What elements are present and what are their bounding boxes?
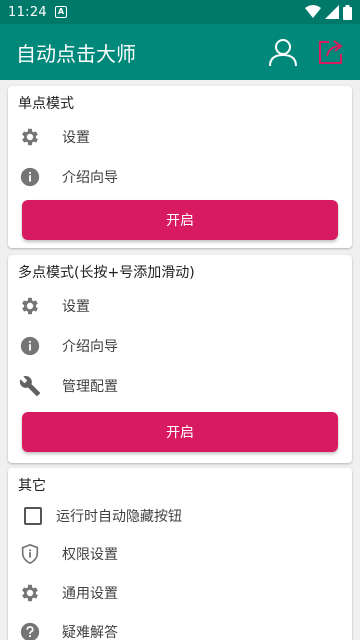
multi-mode-card: 多点模式(长按+号添加滑动) 设置 介绍向导 管理配置 开启 <box>8 255 352 463</box>
status-time: 11:24 <box>8 4 47 20</box>
account-button[interactable] <box>268 37 298 67</box>
other-title: 其它 <box>18 478 46 494</box>
multi-manage-row[interactable]: 管理配置 <box>8 366 352 406</box>
multi-settings-label: 设置 <box>62 299 90 315</box>
wrench-icon <box>18 374 42 398</box>
multi-guide-row[interactable]: 介绍向导 <box>8 326 352 366</box>
single-mode-title: 单点模式 <box>18 96 74 112</box>
multi-manage-label: 管理配置 <box>62 379 118 395</box>
faq-row[interactable]: 疑难解答 <box>8 612 352 640</box>
multi-start-button[interactable]: 开启 <box>22 412 338 452</box>
auto-hide-row[interactable]: 运行时自动隐藏按钮 <box>8 496 352 536</box>
gear-icon <box>18 294 42 318</box>
permissions-row[interactable]: 权限设置 <box>8 534 352 574</box>
app-title: 自动点击大师 <box>16 41 136 66</box>
gear-icon <box>18 125 42 149</box>
single-guide-label: 介绍向导 <box>62 170 118 186</box>
multi-guide-label: 介绍向导 <box>62 339 118 355</box>
share-icon <box>319 40 343 64</box>
signal-icon <box>325 5 339 19</box>
multi-settings-row[interactable]: 设置 <box>8 286 352 326</box>
other-card: 其它 运行时自动隐藏按钮 权限设置 通用设置 疑难解答 <box>8 468 352 640</box>
status-bar: 11:24 A <box>0 0 360 24</box>
auto-hide-checkbox[interactable] <box>24 507 42 525</box>
share-button[interactable] <box>316 37 346 67</box>
info-icon <box>18 165 42 189</box>
multi-mode-title: 多点模式(长按+号添加滑动) <box>18 265 195 281</box>
wifi-icon <box>305 5 321 18</box>
single-guide-row[interactable]: 介绍向导 <box>8 157 352 197</box>
gear-icon <box>18 581 42 605</box>
auto-hide-label: 运行时自动隐藏按钮 <box>56 509 182 525</box>
faq-label: 疑难解答 <box>62 625 118 640</box>
app-bar: 自动点击大师 <box>0 24 360 80</box>
permissions-label: 权限设置 <box>62 547 118 563</box>
single-mode-card: 单点模式 设置 介绍向导 开启 <box>8 86 352 248</box>
info-icon <box>18 334 42 358</box>
battery-icon <box>343 4 352 20</box>
single-start-button[interactable]: 开启 <box>22 200 338 240</box>
notification-a-icon: A <box>54 6 67 18</box>
general-settings-label: 通用设置 <box>62 586 118 602</box>
single-settings-label: 设置 <box>62 130 90 146</box>
account-icon <box>269 39 297 67</box>
general-settings-row[interactable]: 通用设置 <box>8 573 352 613</box>
shield-info-icon <box>18 542 42 566</box>
help-icon <box>18 620 42 640</box>
single-settings-row[interactable]: 设置 <box>8 117 352 157</box>
